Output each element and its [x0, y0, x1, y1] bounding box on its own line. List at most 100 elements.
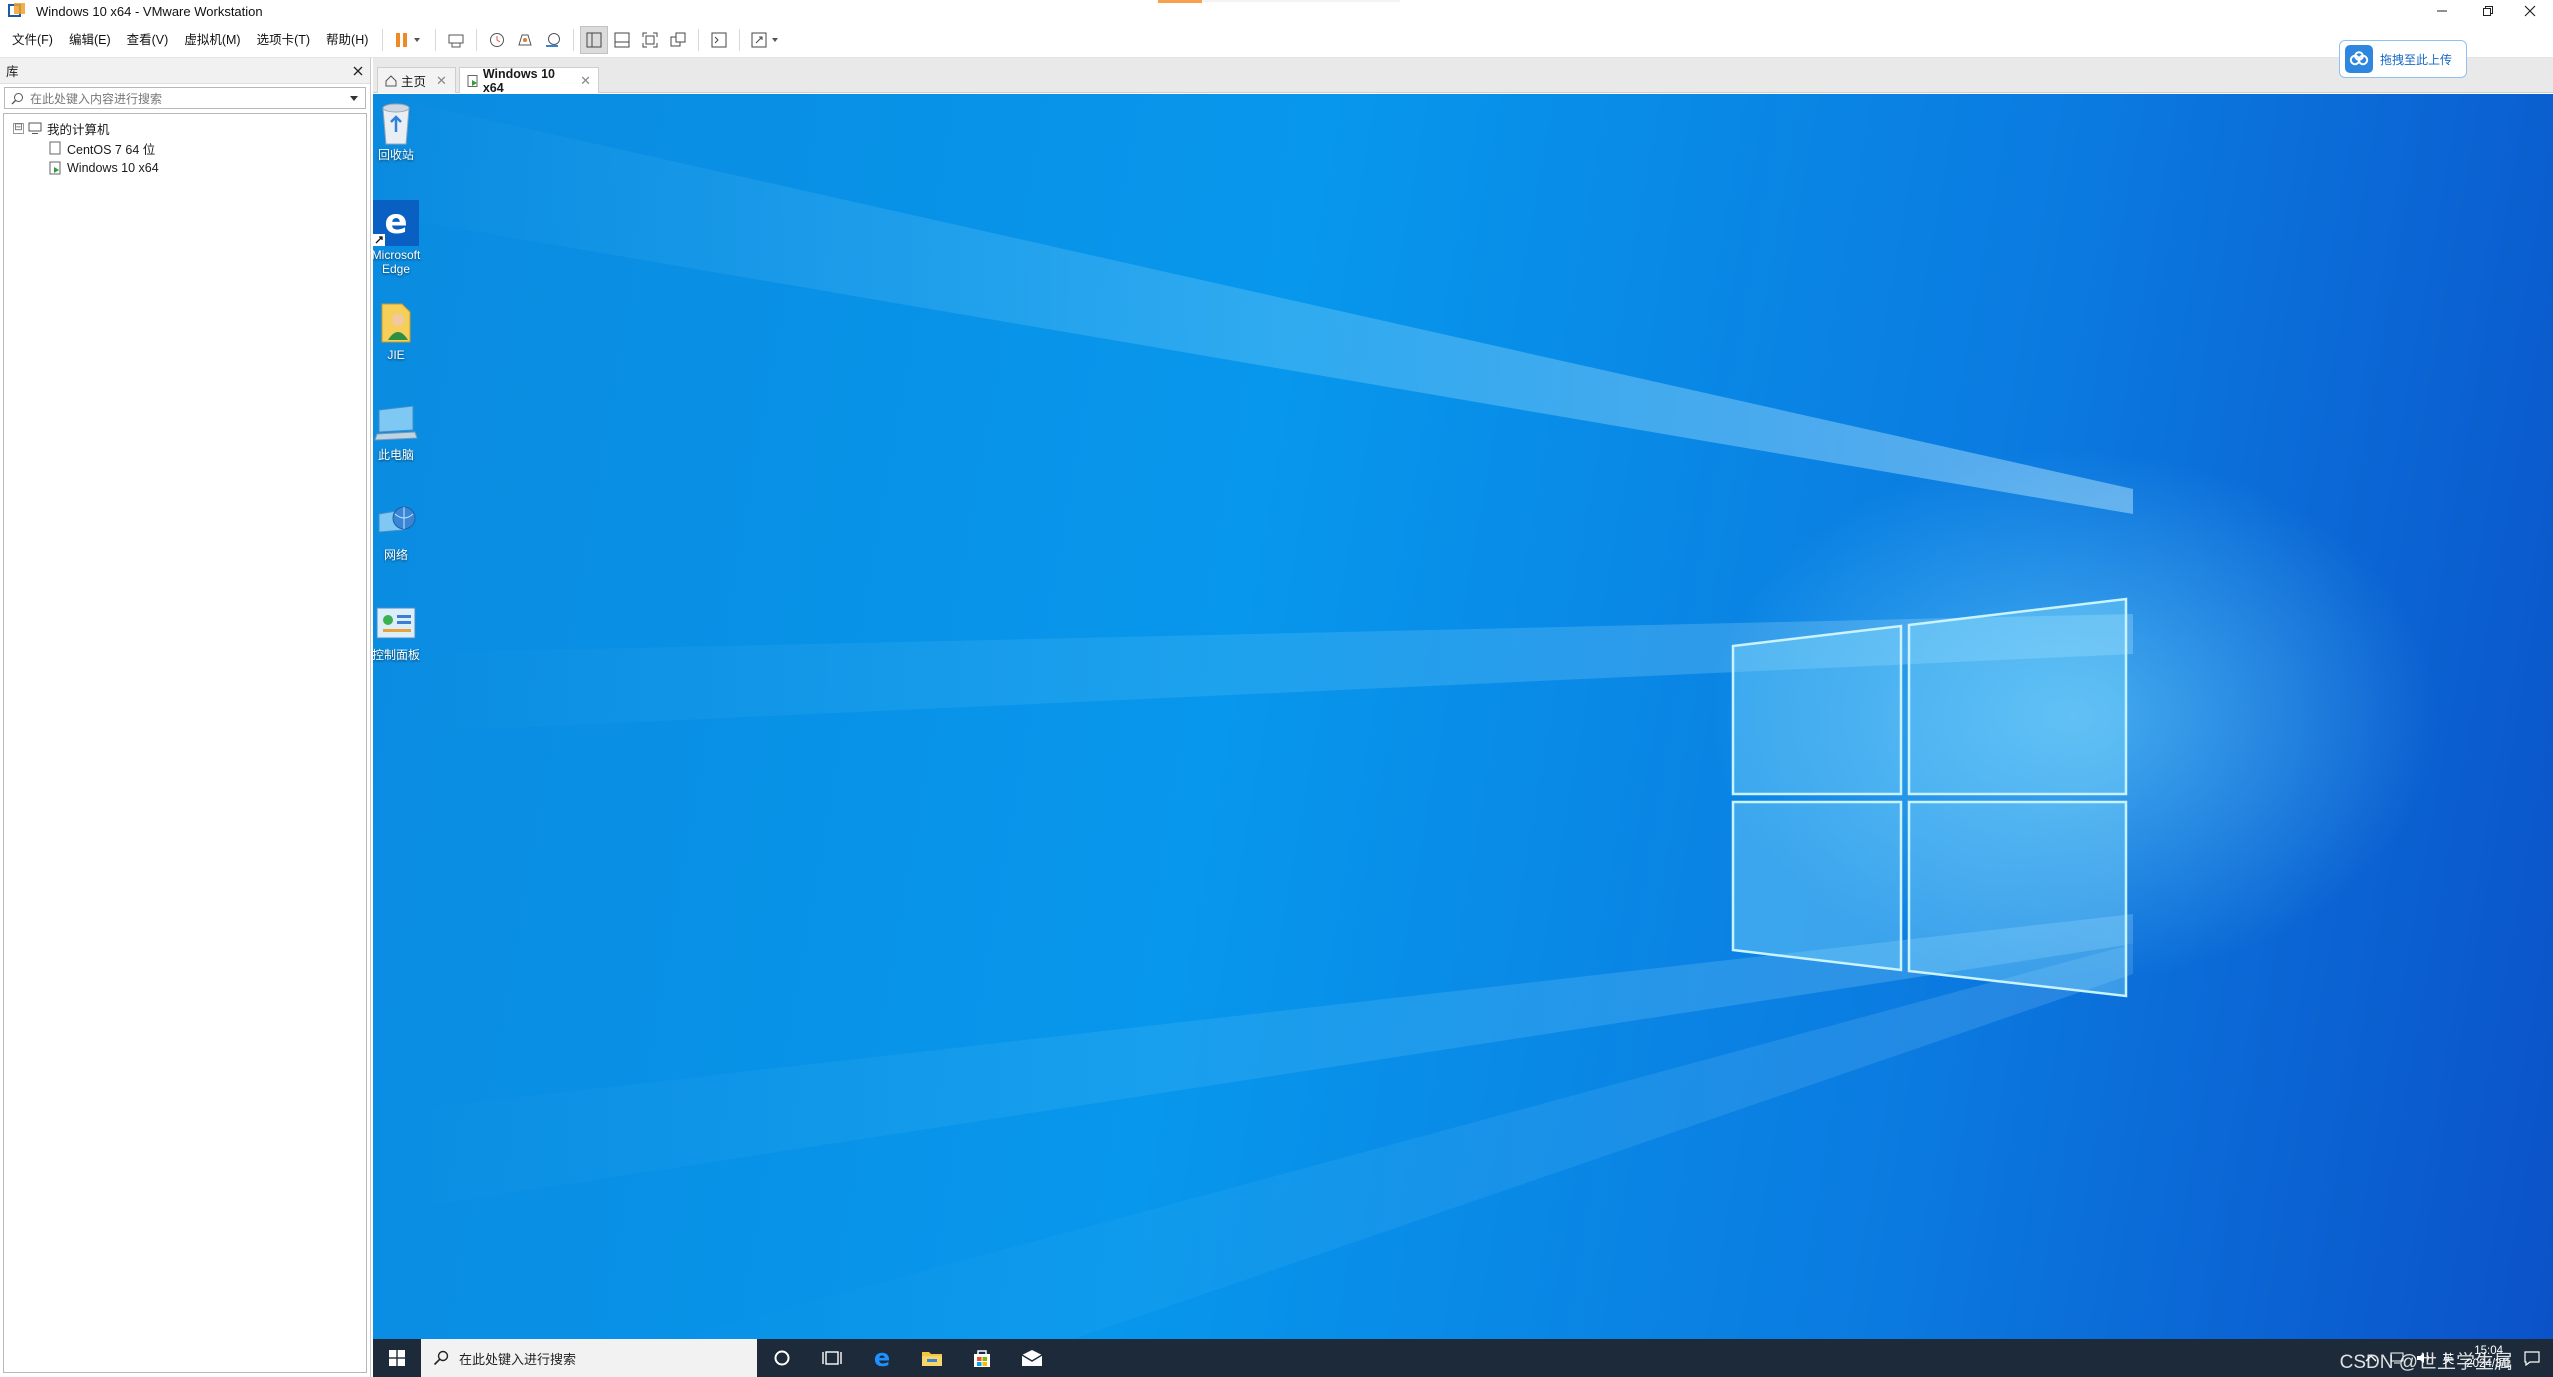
- show-library-icon: [586, 32, 602, 47]
- menu-edit[interactable]: 编辑(E): [61, 26, 119, 54]
- desktop-icon-label: 网络: [383, 548, 408, 562]
- desktop-icon-edge[interactable]: e Microsoft Edge: [373, 200, 427, 276]
- file-explorer-button[interactable]: [907, 1339, 957, 1377]
- thumbnail-bar-icon: [614, 32, 630, 47]
- upload-drop-button[interactable]: 拖拽至此上传: [2339, 40, 2467, 78]
- vm-running-icon: [467, 74, 478, 87]
- tab-label: 主页: [401, 75, 427, 89]
- tree-expander[interactable]: ⊟: [13, 122, 24, 134]
- tree-item-label: CentOS 7 64 位: [67, 142, 156, 157]
- taskbar-search-box[interactable]: 在此处键入进行搜索: [421, 1339, 757, 1377]
- mail-icon: [1021, 1350, 1043, 1366]
- title-accent-bar: [1158, 0, 1202, 3]
- csdn-watermark: CSDN @世上学生属: [2339, 1352, 2513, 1373]
- menu-vm[interactable]: 虚拟机(M): [176, 26, 248, 54]
- cortana-button[interactable]: [757, 1339, 807, 1377]
- vmware-app-icon: [8, 3, 25, 17]
- pause-button[interactable]: [389, 26, 429, 54]
- console-view-button[interactable]: [705, 26, 733, 54]
- desktop-icon-user-folder[interactable]: JIE: [373, 300, 427, 362]
- cloud-upload-icon: [2345, 45, 2373, 73]
- desktop-icon-network[interactable]: 网络: [373, 500, 427, 562]
- store-button[interactable]: [957, 1339, 1007, 1377]
- snapshot-manager-button[interactable]: [539, 26, 567, 54]
- vm-desktop[interactable]: 回收站 e Microsoft Edge JIE 此电脑 网络 控制面板: [373, 94, 2553, 1339]
- pause-icon: [396, 32, 421, 47]
- task-view-icon: [822, 1351, 842, 1365]
- user-folder-icon: [381, 303, 411, 343]
- thumbnail-bar-button[interactable]: [608, 26, 636, 54]
- revert-snapshot-button[interactable]: [511, 26, 539, 54]
- desktop-icon-this-pc[interactable]: 此电脑: [373, 400, 427, 462]
- stretch-icon: [751, 32, 779, 47]
- tab-close-icon[interactable]: ✕: [436, 73, 447, 89]
- taskbar-edge-button[interactable]: e: [857, 1339, 907, 1377]
- minimize-button[interactable]: [2419, 0, 2465, 22]
- start-button[interactable]: [373, 1339, 421, 1377]
- tree-item-centos[interactable]: CentOS 7 64 位: [4, 138, 366, 158]
- menu-bar: 文件(F) 编辑(E) 查看(V) 虚拟机(M) 选项卡(T) 帮助(H): [0, 22, 2553, 58]
- menu-view[interactable]: 查看(V): [119, 26, 177, 54]
- stretch-button[interactable]: [746, 26, 786, 54]
- edge-icon: e: [874, 1347, 890, 1369]
- menu-file[interactable]: 文件(F): [4, 26, 61, 54]
- desktop-icon-label: 回收站: [377, 148, 414, 162]
- desktop-icon-label: 此电脑: [377, 448, 414, 462]
- tab-strip: 主页 ✕ Windows 10 x64 ✕: [373, 58, 2553, 95]
- library-header: 库: [0, 58, 370, 84]
- unity-button[interactable]: [664, 26, 692, 54]
- full-screen-button[interactable]: [636, 26, 664, 54]
- toolbar-separator: [476, 28, 478, 51]
- library-title: 库: [6, 65, 19, 79]
- restore-button[interactable]: [2465, 0, 2511, 22]
- send-ctrl-alt-del-button[interactable]: [442, 26, 470, 54]
- library-search[interactable]: 在此处键入内容进行搜索: [4, 87, 366, 109]
- search-icon: [11, 92, 23, 104]
- toolbar-separator: [435, 28, 437, 51]
- store-icon: [974, 1350, 990, 1367]
- menu-help[interactable]: 帮助(H): [318, 26, 376, 54]
- network-icon: [378, 506, 416, 533]
- desktop-icon-control-panel[interactable]: 控制面板: [373, 600, 427, 662]
- toolbar-separator: [573, 28, 575, 51]
- windows-start-icon: [389, 1350, 405, 1366]
- taskbar-search-placeholder: 在此处键入进行搜索: [459, 1351, 577, 1367]
- menu-tabs[interactable]: 选项卡(T): [249, 26, 318, 54]
- console-view-icon: [711, 32, 727, 47]
- windows-logo: [1731, 597, 2128, 998]
- control-panel-icon: [376, 607, 416, 639]
- close-icon: [2524, 5, 2536, 17]
- task-view-button[interactable]: [807, 1339, 857, 1377]
- tab-label: Windows 10 x64: [482, 66, 555, 95]
- send-ctrl-alt-del-icon: [448, 34, 464, 47]
- toolbar-separator: [382, 28, 384, 51]
- tab-close-icon[interactable]: ✕: [580, 73, 591, 89]
- search-icon: [433, 1350, 449, 1366]
- tab-windows10[interactable]: Windows 10 x64 ✕: [459, 66, 599, 95]
- revert-snapshot-icon: [518, 34, 533, 45]
- snapshot-icon: [490, 32, 505, 47]
- minimize-icon: [2437, 10, 2447, 12]
- title-bar: Windows 10 x64 - VMware Workstation: [0, 0, 2553, 22]
- show-library-button[interactable]: [580, 25, 609, 54]
- tree-item-label: Windows 10 x64: [67, 161, 159, 175]
- tree-item-windows10[interactable]: Windows 10 x64: [4, 158, 366, 178]
- desktop-icon-label: 控制面板: [373, 648, 420, 662]
- close-library-icon[interactable]: [352, 65, 364, 77]
- chevron-down-icon[interactable]: [349, 93, 359, 103]
- unity-icon: [670, 32, 686, 46]
- this-pc-icon: [374, 405, 418, 441]
- tree-item-my-computer[interactable]: ⊟ 我的计算机: [4, 118, 366, 138]
- toolbar-separator: [739, 28, 741, 51]
- snapshot-button[interactable]: [483, 26, 511, 54]
- mail-button[interactable]: [1007, 1339, 1057, 1377]
- computer-icon: [28, 122, 42, 134]
- close-button[interactable]: [2507, 0, 2553, 22]
- desktop-icon-label: Microsoft Edge: [373, 248, 421, 276]
- cortana-icon: [774, 1350, 790, 1366]
- upload-label: 拖拽至此上传: [2380, 52, 2453, 67]
- desktop-icon-recycle-bin[interactable]: 回收站: [373, 100, 427, 162]
- tab-home[interactable]: 主页 ✕: [377, 67, 456, 93]
- notifications-icon[interactable]: [2523, 1350, 2541, 1366]
- home-icon: [385, 74, 397, 86]
